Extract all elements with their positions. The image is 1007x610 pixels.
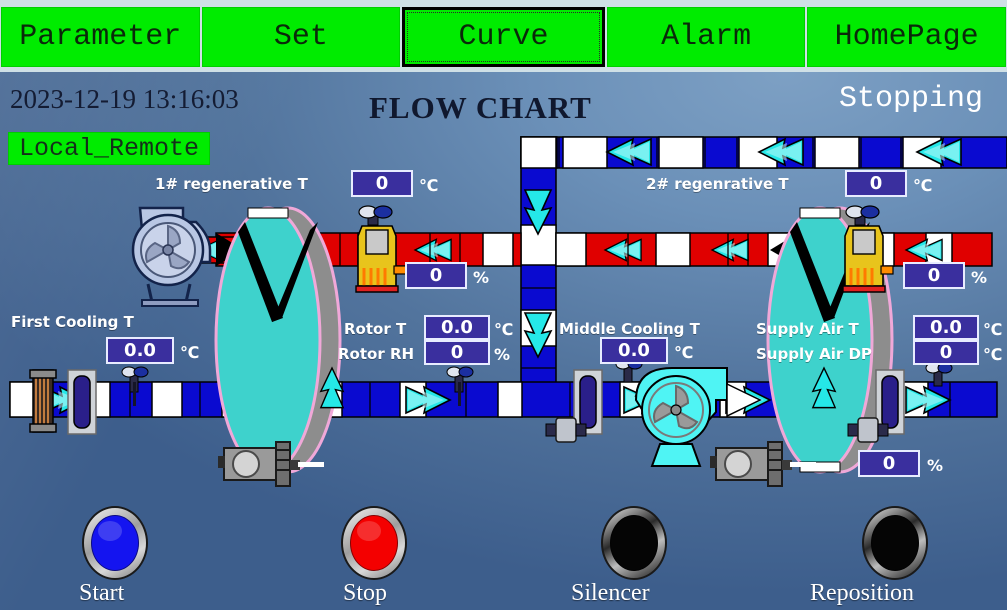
stop-button-label: Stop (343, 580, 388, 606)
value-rotor-rh: 0 (424, 340, 490, 365)
unit-first-cooling: ℃ (180, 343, 200, 362)
hmi-screen: Parameter Set Curve Alarm HomePage 2023-… (0, 0, 1007, 610)
reposition-button-cap (871, 515, 919, 571)
value-middle-cooling: 0.0 (600, 337, 668, 364)
value-regen2: 0 (845, 170, 907, 197)
unit-supply-air-t: ℃ (983, 320, 1003, 339)
process-diagram (9, 136, 1007, 487)
label-first-cooling: First Cooling T (11, 313, 134, 331)
unit-rotor-rh: % (494, 345, 511, 364)
silencer-button-cap (610, 515, 658, 571)
label-regen2: 2# regenrative T (646, 175, 789, 193)
value-valve2-percent: 0 (903, 262, 965, 289)
label-regen1: 1# regenerative T (155, 175, 308, 193)
stop-button[interactable] (341, 506, 407, 580)
reposition-button[interactable] (862, 506, 928, 580)
unit-regen1: ℃ (419, 176, 439, 195)
silencer-button-label: Silencer (571, 580, 650, 606)
damper-left (67, 369, 97, 435)
unit-rotor-t: ℃ (494, 320, 514, 339)
start-button-glint (98, 521, 122, 541)
stop-button-glint (357, 521, 381, 541)
unit-damper-percent: % (927, 456, 944, 475)
unit-valve2-percent: % (971, 268, 988, 287)
cooling-coil-element (29, 369, 57, 433)
reposition-button-label: Reposition (810, 580, 915, 606)
duct-top-return (520, 136, 1007, 169)
duct-vertical-crossover (520, 136, 557, 401)
label-rotor-rh: Rotor RH (338, 345, 415, 363)
silencer-button[interactable] (601, 506, 667, 580)
unit-valve1-percent: % (473, 268, 490, 287)
value-damper-percent: 0 (858, 450, 920, 477)
label-supply-air-t: Supply Air T (756, 320, 859, 338)
unit-regen2: ℃ (913, 176, 933, 195)
unit-supply-air-dp: ℃ (983, 345, 1003, 364)
desiccant-rotor-left (214, 206, 344, 474)
label-middle-cooling: Middle Cooling T (559, 320, 700, 338)
value-rotor-t: 0.0 (424, 315, 490, 340)
unit-middle-cooling: ℃ (674, 343, 694, 362)
value-supply-air-t: 0.0 (913, 315, 979, 340)
value-valve1-percent: 0 (405, 262, 467, 289)
value-regen1: 0 (351, 170, 413, 197)
start-button[interactable] (82, 506, 148, 580)
start-button-label: Start (79, 580, 125, 606)
value-first-cooling: 0.0 (106, 337, 174, 364)
label-supply-air-dp: Supply Air DP (756, 345, 872, 363)
value-supply-air-dp: 0 (913, 340, 979, 365)
label-rotor-t: Rotor T (344, 320, 407, 338)
exhaust-fan-left (131, 206, 212, 307)
